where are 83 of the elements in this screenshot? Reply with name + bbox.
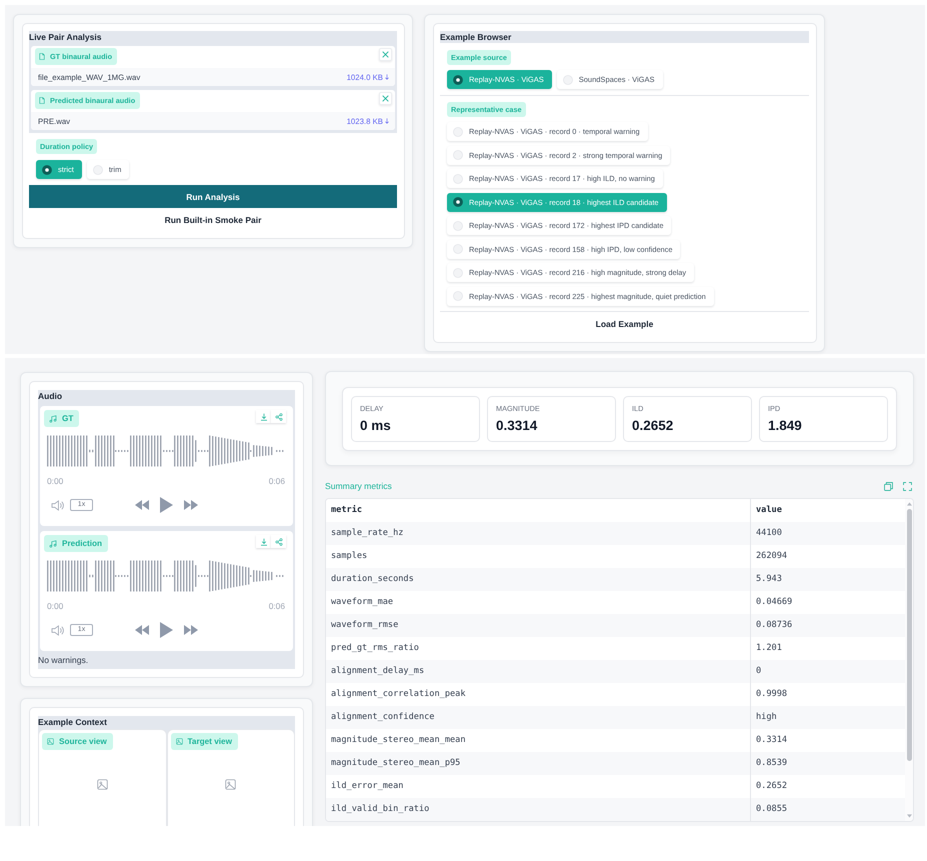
label-text: GT	[62, 414, 74, 423]
table-cell-text: high	[755, 711, 778, 724]
volume-icon[interactable]	[51, 624, 64, 636]
metric-value: 0 ms	[360, 418, 392, 433]
file-icon	[39, 97, 45, 104]
download-icon	[385, 118, 389, 124]
close-icon	[382, 51, 389, 58]
download-button[interactable]	[256, 535, 271, 548]
scroll-down-icon[interactable]	[906, 814, 912, 818]
table-cell-text: 0.8539	[755, 757, 788, 770]
rewind-icon[interactable]	[135, 500, 149, 510]
image-icon	[176, 738, 182, 745]
scrollbar-thumb[interactable]	[906, 509, 912, 761]
time-label: 0:00	[47, 476, 64, 486]
table-cell-text: 0.0855	[755, 803, 788, 816]
play-icon[interactable]	[160, 497, 173, 513]
table-cell-text: 0	[755, 665, 762, 678]
radio-icon	[453, 150, 463, 160]
radio-icon	[453, 197, 463, 207]
section-title: Audio	[38, 390, 64, 403]
fast-forward-icon[interactable]	[184, 500, 198, 510]
table-cell-text: 1.201	[755, 642, 783, 655]
radio-icon	[453, 268, 463, 278]
share-button[interactable]	[271, 410, 286, 423]
copy-icon[interactable]	[884, 482, 893, 490]
image-icon	[47, 738, 54, 745]
time-label: 0:06	[268, 601, 285, 611]
metric-value: 0.3314	[496, 418, 538, 433]
radio-icon	[453, 174, 463, 184]
metric-value: 1.849	[768, 418, 803, 433]
fast-forward-icon[interactable]	[184, 625, 198, 635]
time-label: 0:00	[47, 601, 64, 611]
table-cell-text: 0.04669	[755, 596, 794, 609]
table-cell-text: 0.9998	[755, 688, 788, 701]
radio-icon	[453, 74, 463, 84]
image-placeholder-icon	[96, 779, 108, 790]
table-cell-text: 5.943	[755, 573, 783, 586]
smoke-pair-button[interactable]: Run Built-in Smoke Pair	[29, 209, 397, 231]
share-button[interactable]	[271, 535, 286, 548]
download-icon	[260, 412, 268, 420]
table-cell-text: 0.2652	[755, 780, 788, 793]
close-button[interactable]	[379, 48, 392, 61]
label-text: Source view	[59, 737, 107, 746]
download-icon	[260, 538, 268, 546]
radio-icon	[42, 164, 52, 174]
status-message: No warnings.	[38, 654, 90, 667]
radio-icon	[92, 164, 103, 174]
radio-icon	[453, 220, 463, 230]
section-title: Example Context	[38, 716, 108, 729]
download-icon	[385, 74, 389, 80]
radio-icon	[453, 291, 463, 301]
run-analysis-button[interactable]: Run Analysis	[29, 185, 397, 208]
music-note-icon	[49, 414, 57, 422]
rewind-icon[interactable]	[135, 625, 149, 635]
section-title: Example Browser	[440, 31, 809, 43]
load-example-button[interactable]: Load Example	[440, 312, 809, 334]
column-header: value	[755, 504, 783, 517]
table-label: Summary metrics	[325, 481, 392, 491]
radio-icon	[453, 244, 463, 254]
share-icon	[274, 412, 282, 420]
radio-icon	[562, 74, 573, 84]
share-icon	[274, 538, 282, 546]
time-label: 0:06	[268, 476, 285, 486]
fullscreen-icon[interactable]	[903, 482, 912, 490]
radio-icon	[453, 126, 463, 136]
download-button[interactable]	[256, 410, 271, 423]
table-cell-text: 0.08736	[755, 619, 794, 632]
scroll-up-icon[interactable]	[906, 502, 912, 506]
section-title: Live Pair Analysis	[29, 31, 102, 43]
volume-icon[interactable]	[51, 500, 64, 510]
table-cell: ild_valid_bin_ratio	[326, 798, 751, 821]
music-note-icon	[49, 540, 57, 548]
label-text: Target view	[188, 737, 232, 746]
image-placeholder-icon	[225, 779, 236, 790]
close-icon	[382, 95, 389, 102]
table-cell-text: 0.3314	[755, 734, 788, 747]
file-icon	[39, 53, 45, 60]
table-cell-text: 262094	[755, 550, 788, 563]
label-text: Prediction	[62, 539, 102, 548]
play-icon[interactable]	[160, 622, 173, 638]
table-cell-text: 44100	[755, 527, 783, 540]
close-button[interactable]	[379, 92, 392, 105]
metric-value: 0.2652	[632, 418, 674, 433]
